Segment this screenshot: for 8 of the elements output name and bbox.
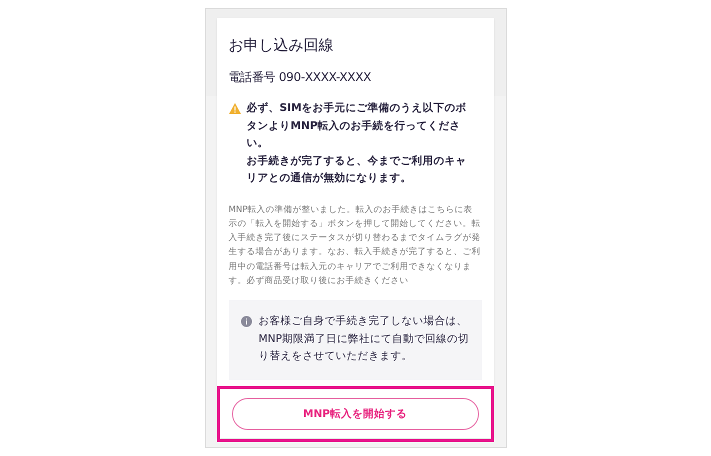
section-title: お申し込み回線 xyxy=(228,36,334,55)
description-text: MNP転入の準備が整いました。転入のお手続きはこちらに表示の「転入を開始する」ボタンを押して開始してください。転入手続き完了後にステータスが切り替わるまでタイムラグが発生する場合があります。なお、転入手続きが完了すると、ご利用中の電話番号は転入元のキャリアでご利用できなくなります。必ず商品受け取り後にお手続きください xyxy=(228,204,482,288)
info-text: お客様ご自身で手続き完了しない場合は、MNP期限満了日に弊社にて自動で回線の切り替えをさせていただきます。 xyxy=(258,314,470,364)
info-icon xyxy=(240,316,252,328)
phone-number: 電話番号 090-XXXX-XXXX xyxy=(228,69,372,86)
warning-icon xyxy=(228,103,240,114)
start-mnp-button[interactable]: MNP転入を開始する xyxy=(232,398,478,430)
warning-message: 必ず、SIMをお手元にご準備のうえ以下のボタンよりMNP転入のお手続を行ってください。 お手続きが完了すると、今までご利用のキャリアとの通信が無効になります。 xyxy=(246,101,468,186)
